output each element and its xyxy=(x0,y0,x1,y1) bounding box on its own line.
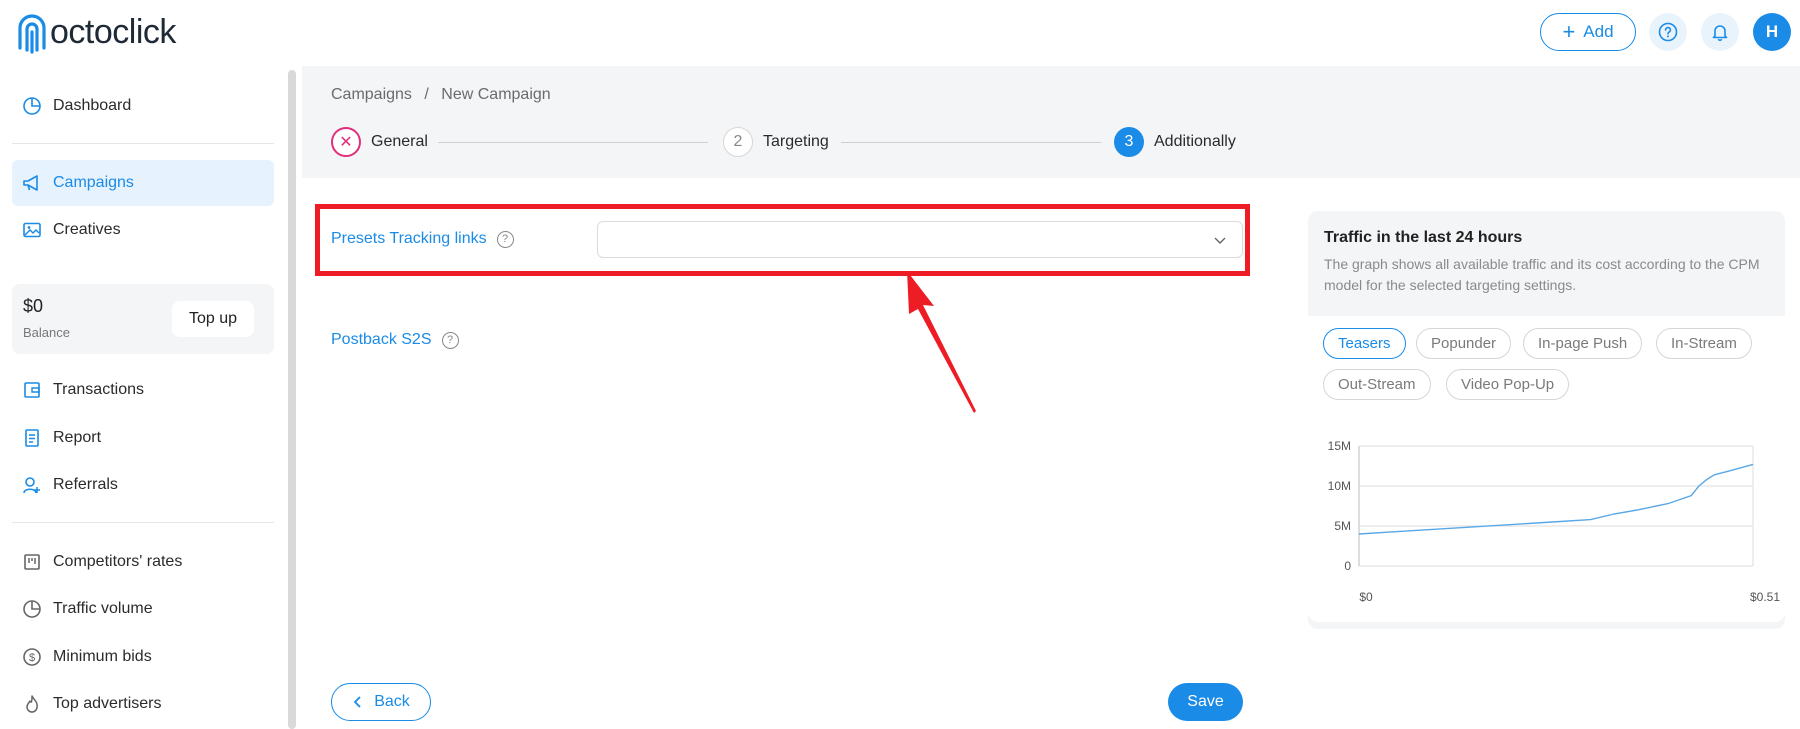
sidebar-item-creatives[interactable]: Creatives xyxy=(12,207,274,253)
wizard-header xyxy=(302,66,1800,178)
sidebar-item-traffic-volume[interactable]: Traffic volume xyxy=(12,586,274,632)
presets-tracking-select[interactable] xyxy=(597,221,1243,258)
sidebar-item-top-advertisers[interactable]: Top advertisers xyxy=(12,681,274,727)
breadcrumb-campaigns[interactable]: Campaigns xyxy=(331,86,412,103)
add-button-label: Add xyxy=(1583,22,1614,41)
octoclick-logo-icon xyxy=(18,14,46,54)
format-pill-popunder[interactable]: Popunder xyxy=(1416,328,1512,359)
traffic-description: The graph shows all available traffic an… xyxy=(1324,256,1760,293)
format-pill-video-popup[interactable]: Video Pop-Up xyxy=(1446,369,1570,400)
notifications-button[interactable] xyxy=(1701,13,1739,51)
sidebar-item-label: Competitors' rates xyxy=(53,553,183,570)
sidebar-divider xyxy=(12,522,274,523)
add-button[interactable]: + Add xyxy=(1540,13,1636,51)
chevron-left-icon xyxy=(353,696,361,708)
top-up-button[interactable]: Top up xyxy=(172,301,254,337)
help-button[interactable] xyxy=(1649,13,1687,51)
image-icon xyxy=(22,220,42,240)
step-label: Targeting xyxy=(763,133,829,150)
format-pill-outstream[interactable]: Out-Stream xyxy=(1323,369,1431,400)
sidebar-item-label: Report xyxy=(53,429,102,446)
error-x-icon: ✕ xyxy=(331,127,361,157)
sidebar-item-competitors-rates[interactable]: Competitors' rates xyxy=(12,539,274,585)
chart-x-tick-label: $0 xyxy=(1359,590,1373,604)
chart-y-tick-label: 5M xyxy=(1334,519,1351,533)
bell-icon xyxy=(1712,25,1728,42)
chevron-down-icon xyxy=(1214,237,1226,244)
postback-s2s-label: Postback S2S ? xyxy=(331,331,459,349)
save-button[interactable]: Save xyxy=(1168,683,1243,721)
step-connector xyxy=(841,142,1101,143)
sidebar-scrollbar[interactable] xyxy=(288,70,296,729)
traffic-card: Traffic in the last 24 hours The graph s… xyxy=(1308,211,1785,629)
traffic-title: Traffic in the last 24 hours xyxy=(1324,229,1523,246)
pie-chart-icon xyxy=(22,599,42,619)
step-label: Additionally xyxy=(1154,133,1236,150)
step-number: 2 xyxy=(723,127,753,157)
chart-y-tick-label: 10M xyxy=(1328,479,1351,493)
step-targeting[interactable]: 2 Targeting xyxy=(723,127,829,157)
chart-y-tick-label: 0 xyxy=(1344,559,1351,573)
sidebar-item-referrals[interactable]: Referrals xyxy=(12,462,274,508)
help-circle-icon[interactable]: ? xyxy=(496,230,514,248)
sidebar-item-transactions[interactable]: Transactions xyxy=(12,367,274,413)
presets-tracking-label-text: Presets Tracking links xyxy=(331,230,487,247)
format-pill-inpage-push[interactable]: In-page Push xyxy=(1523,328,1643,359)
sidebar-item-label: Campaigns xyxy=(53,174,134,191)
back-button[interactable]: Back xyxy=(331,683,431,721)
sidebar-item-label: Creatives xyxy=(53,221,121,238)
sidebar-item-campaigns[interactable]: Campaigns xyxy=(12,160,274,206)
postback-s2s-label-text: Postback S2S xyxy=(331,331,432,348)
balance-card: $0 Balance Top up xyxy=(12,284,274,354)
top-header: octoclick + Add H xyxy=(0,0,1800,66)
format-pill-teasers[interactable]: Teasers xyxy=(1323,328,1406,359)
board-icon xyxy=(22,552,42,572)
sidebar-item-label: Dashboard xyxy=(53,97,132,114)
breadcrumb-separator: / xyxy=(424,86,429,103)
sidebar-item-label: Traffic volume xyxy=(53,600,153,617)
step-label: General xyxy=(371,133,428,150)
step-general[interactable]: ✕ General xyxy=(331,127,428,157)
wallet-icon xyxy=(22,380,42,400)
back-button-label: Back xyxy=(374,693,410,710)
question-circle-icon xyxy=(1658,22,1678,42)
step-additionally[interactable]: 3 Additionally xyxy=(1114,127,1236,157)
sidebar-item-report[interactable]: Report xyxy=(12,415,274,461)
sidebar-item-dashboard[interactable]: Dashboard xyxy=(12,83,274,129)
breadcrumb: Campaigns / New Campaign xyxy=(331,86,559,104)
step-connector xyxy=(438,142,708,143)
sidebar-item-label: Transactions xyxy=(53,381,144,398)
step-number: 3 xyxy=(1114,127,1144,157)
flame-icon xyxy=(22,694,42,714)
balance-amount: $0 xyxy=(23,296,44,316)
logo[interactable]: octoclick xyxy=(16,10,176,54)
format-pill-instream[interactable]: In-Stream xyxy=(1656,328,1752,359)
annotation-arrow-icon xyxy=(907,271,976,413)
sidebar-item-label: Top advertisers xyxy=(53,695,162,712)
avatar[interactable]: H xyxy=(1753,13,1791,51)
plus-icon: + xyxy=(1562,19,1576,44)
sidebar-divider xyxy=(12,143,274,144)
sidebar-item-label: Minimum bids xyxy=(53,648,152,665)
help-circle-icon[interactable]: ? xyxy=(441,331,459,349)
balance-label: Balance xyxy=(23,325,70,340)
chart-series-line xyxy=(1358,463,1754,535)
logo-text: octoclick xyxy=(50,13,176,51)
traffic-chart: 15M 10M 5M 0 $0 $0.51 xyxy=(1328,439,1781,604)
sidebar-item-label: Referrals xyxy=(53,476,118,493)
sidebar-item-minimum-bids[interactable]: $ Minimum bids xyxy=(12,634,274,680)
breadcrumb-current: New Campaign xyxy=(441,86,551,103)
chart-x-tick-label: $0.51 xyxy=(1750,590,1780,604)
chart-y-tick-label: 15M xyxy=(1328,439,1351,453)
svg-text:$: $ xyxy=(29,652,35,664)
report-icon xyxy=(22,428,42,448)
referrals-icon xyxy=(22,475,42,495)
megaphone-icon xyxy=(22,173,42,193)
dollar-circle-icon: $ xyxy=(22,647,42,667)
presets-tracking-label: Presets Tracking links ? xyxy=(331,230,514,248)
pie-chart-icon xyxy=(22,96,42,116)
